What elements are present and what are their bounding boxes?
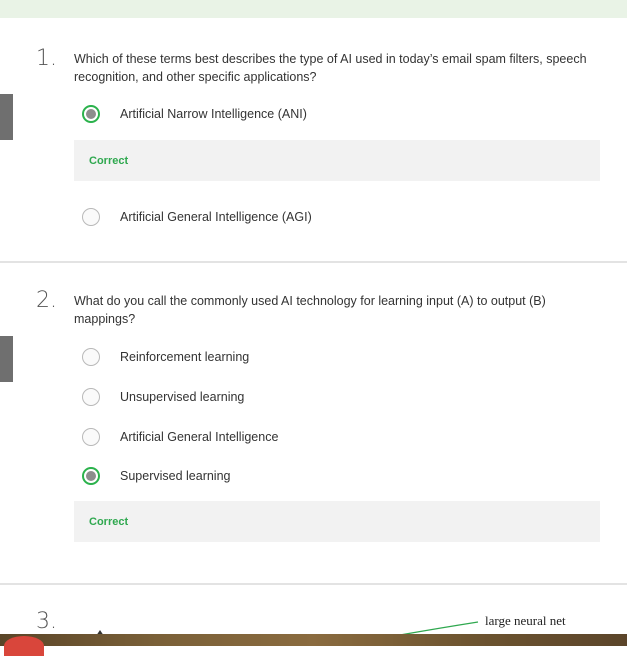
radio-unselected-icon[interactable]	[82, 208, 100, 226]
radio-selected-icon[interactable]	[82, 467, 100, 485]
question-2-option-reinforcement[interactable]: Reinforcement learning	[82, 346, 249, 368]
radio-selected-icon[interactable]	[82, 105, 100, 123]
question-1-feedback: Correct	[74, 140, 600, 181]
option-label: Reinforcement learning	[120, 350, 250, 364]
option-label: Artificial General Intelligence (AGI)	[120, 210, 312, 224]
question-1-option-ani[interactable]: Artificial Narrow Intelligence (ANI)	[82, 103, 307, 125]
feedback-correct-text: Correct	[89, 154, 129, 167]
question-1-option-agi[interactable]: Artificial General Intelligence (AGI)	[82, 206, 312, 228]
question-divider	[0, 583, 627, 585]
option-label: Artificial General Intelligence	[120, 430, 279, 444]
question-2-option-agi[interactable]: Artificial General Intelligence	[82, 426, 278, 448]
question-1-marker	[0, 94, 13, 140]
option-label: Artificial Narrow Intelligence (ANI)	[120, 107, 307, 121]
question-2-number: 2.	[36, 288, 57, 313]
radio-unselected-icon[interactable]	[82, 348, 100, 366]
top-banner-strip	[0, 0, 627, 18]
option-label: Unsupervised learning	[120, 390, 245, 404]
question-2-marker	[0, 336, 13, 382]
option-label: Supervised learning	[120, 469, 231, 483]
question-1-number: 1.	[36, 46, 57, 71]
feedback-correct-text: Correct	[89, 515, 129, 528]
question-2-option-unsupervised[interactable]: Unsupervised learning	[82, 386, 244, 408]
radio-unselected-icon[interactable]	[82, 388, 100, 406]
question-divider	[0, 261, 627, 263]
question-2-option-supervised[interactable]: Supervised learning	[82, 465, 231, 487]
question-2-feedback: Correct	[74, 501, 600, 542]
diagram-label-large-neural-net: large neural net	[485, 613, 566, 628]
radio-unselected-icon[interactable]	[82, 428, 100, 446]
question-1-text: Which of these terms best describes the …	[74, 52, 587, 84]
question-3-image	[0, 634, 627, 646]
question-2-text: What do you call the commonly used AI te…	[74, 294, 546, 326]
red-badge-icon	[4, 636, 44, 656]
